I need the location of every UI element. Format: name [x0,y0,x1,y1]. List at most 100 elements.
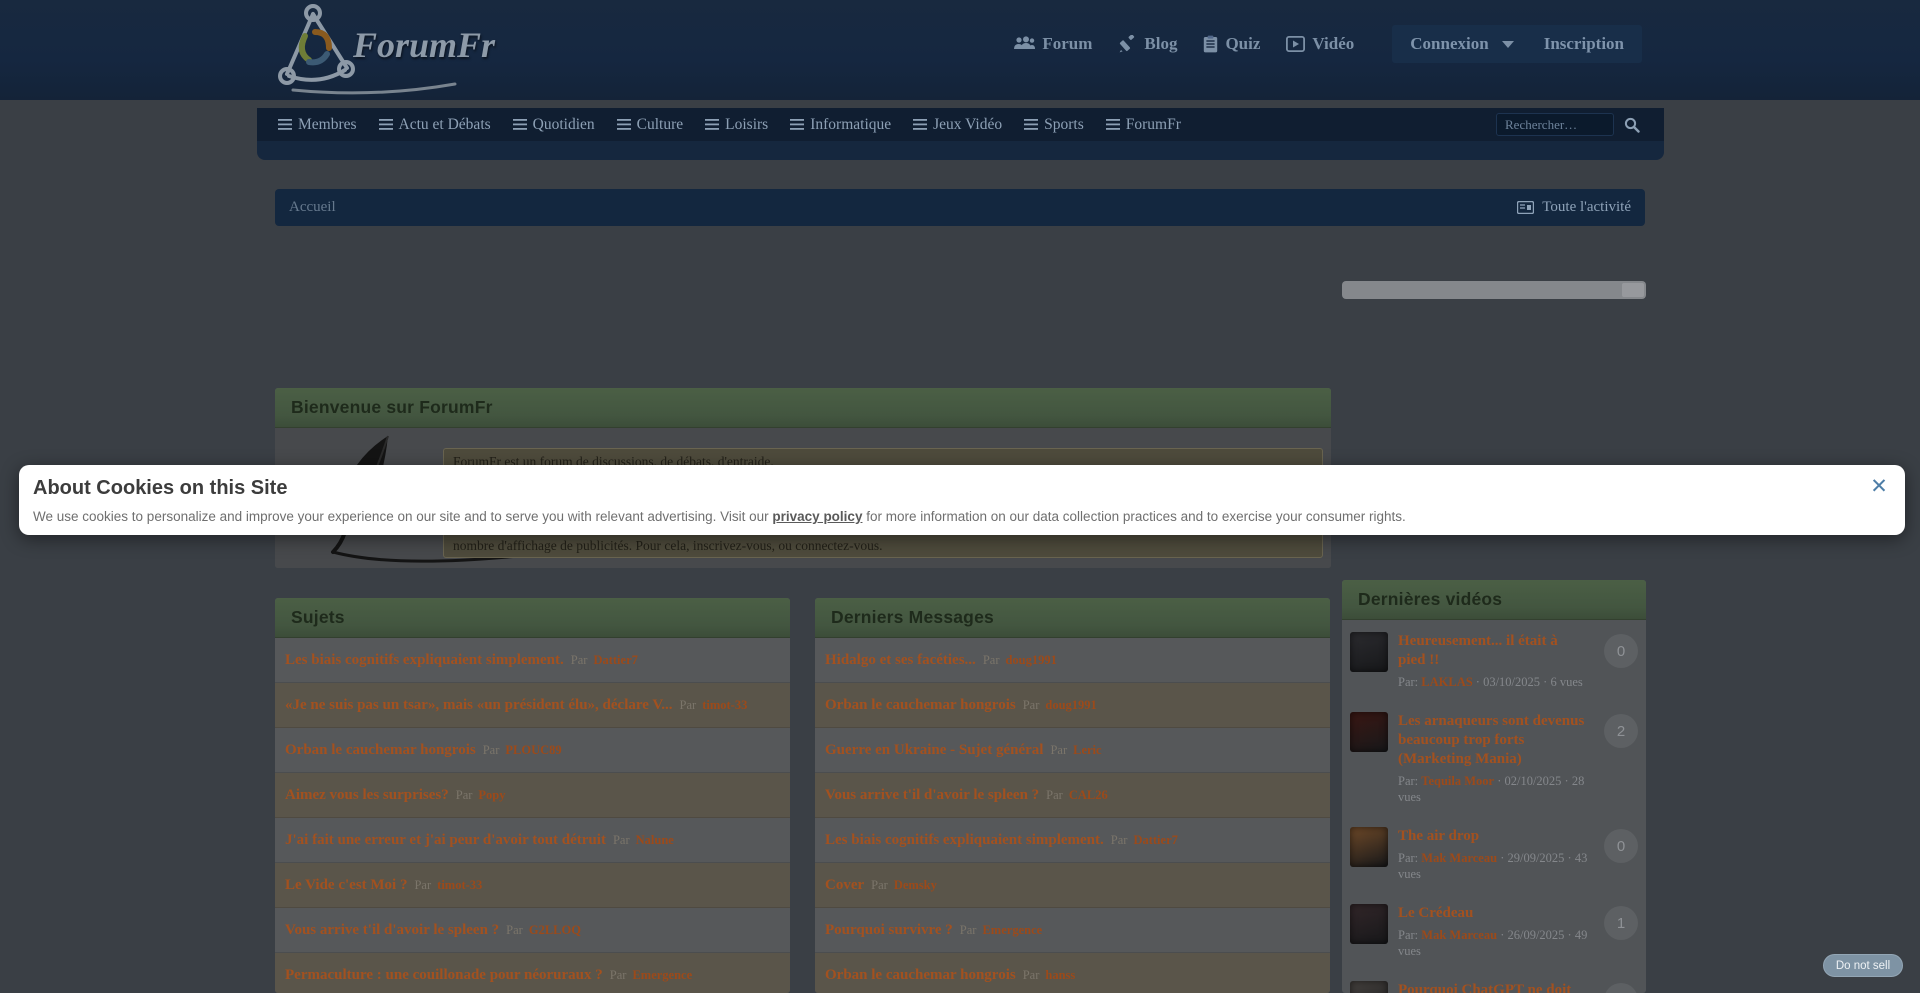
topic-row: Orban le cauchemar hongroisParhanss [815,953,1330,993]
topic-title-link[interactable]: J'ai fait une erreur et j'ai peur d'avoi… [285,832,606,849]
video-author-link[interactable]: LAKLAS [1421,675,1472,689]
video-title-link[interactable]: Heureusement... il était à pied !! [1398,632,1588,670]
menubar-item-informatique[interactable]: Informatique [779,108,902,141]
menubar-item-quotidien[interactable]: Quotidien [502,108,606,141]
video-title-link[interactable]: Les arnaqueurs sont devenus beaucoup tro… [1398,712,1588,769]
topic-author-link[interactable]: timot-33 [702,698,747,713]
topic-author-link[interactable]: G2LLOQ [529,923,581,938]
topic-author-link[interactable]: Dattier7 [1133,833,1177,848]
topic-author-link[interactable]: Popy [478,788,505,803]
topic-row: CoverParDemsky [815,863,1330,908]
topic-title-link[interactable]: Orban le cauchemar hongrois [285,742,476,759]
topic-title-link[interactable]: Orban le cauchemar hongrois [825,967,1016,984]
topic-by-label: Par [414,878,431,893]
menubar-item-culture[interactable]: Culture [606,108,695,141]
top-nav-label: Quiz [1225,34,1260,54]
video-title-link[interactable]: Le Crédeau [1398,904,1588,923]
topic-author-link[interactable]: timot-33 [437,878,482,893]
video-title-link[interactable]: Pourquoi ChatGPT ne doit pas être votre … [1398,981,1588,993]
welcome-bottom-text: nombre d'affichage de publicités. Pour c… [453,538,883,554]
forumfr-logo[interactable]: ForumFr [275,2,495,96]
video-thumbnail[interactable] [1350,827,1388,867]
topic-title-link[interactable]: «Je ne suis pas un tsar», mais «un prési… [285,697,673,714]
top-nav-blog[interactable]: Blog [1118,34,1177,54]
topic-title-link[interactable]: Guerre en Ukraine - Sujet général [825,742,1043,759]
menubar-item-label: Actu et Débats [399,116,491,134]
topic-author-link[interactable]: Dattier7 [593,653,637,668]
video-comment-count-badge: 0 [1604,829,1638,863]
menubar-item-label: Jeux Vidéo [933,116,1002,134]
topics-rows: Les biais cognitifs expliquaient simplem… [275,638,790,993]
topics-panel-header: Sujets [275,598,790,638]
sidebar-placeholder-bar[interactable] [1342,281,1646,299]
topic-author-link[interactable]: hanss [1045,968,1075,983]
topic-title-link[interactable]: Le Vide c'est Moi ? [285,877,407,894]
welcome-panel-header: Bienvenue sur ForumFr [275,388,1331,428]
topic-title-link[interactable]: Vous arrive t'il d'avoir le spleen ? [825,787,1039,804]
video-author-link[interactable]: Mak Marceau [1421,851,1497,865]
search-icon[interactable] [1624,117,1640,133]
topic-author-link[interactable]: doug1991 [1045,698,1096,713]
top-nav-quiz[interactable]: Quiz [1203,34,1260,54]
video-thumbnail[interactable] [1350,632,1388,672]
video-title-link[interactable]: The air drop [1398,827,1588,846]
activity-stream-icon [1517,201,1534,214]
topic-author-link[interactable]: Leric [1073,743,1101,758]
video-author-link[interactable]: Mak Marceau [1421,928,1497,942]
topic-by-label: Par [983,653,1000,668]
topic-title-link[interactable]: Les biais cognitifs expliquaient simplem… [825,832,1104,849]
video-thumbnail[interactable] [1350,904,1388,944]
breadcrumb-home-link[interactable]: Accueil [289,199,336,216]
video-thumbnail[interactable] [1350,712,1388,752]
video-item: Le CrédeauPar: Mak Marceau · 26/09/2025 … [1342,892,1646,969]
topic-author-link[interactable]: Nalune [636,833,674,848]
video-item: Pourquoi ChatGPT ne doit pas être votre … [1342,969,1646,993]
topic-title-link[interactable]: Aimez vous les surprises? [285,787,449,804]
messages-rows: Hidalgo et ses facéties... Par doug1991 Orb… [815,638,1330,993]
menubar-item-forumfr[interactable]: ForumFr [1095,108,1192,141]
topic-author-link[interactable]: Emergence [632,968,692,983]
auth-box: Connexion Inscription [1392,25,1642,63]
video-icon [1286,36,1305,52]
top-nav-video[interactable]: Vidéo [1286,34,1354,54]
video-item: Les arnaqueurs sont devenus beaucoup tro… [1342,700,1646,815]
video-meta: Par: Mak Marceau · 29/09/2025 · 43 vues [1398,850,1588,882]
search-input[interactable] [1496,113,1614,136]
topic-author-link[interactable]: Emergence [982,923,1042,938]
video-thumbnail[interactable] [1350,981,1388,993]
do-not-sell-button[interactable]: Do not sell [1823,954,1903,977]
topic-title-link[interactable]: Orban le cauchemar hongrois [825,697,1016,714]
menubar-item-label: Informatique [810,116,891,134]
welcome-title: Bienvenue sur ForumFr [291,397,493,418]
topic-row: Vous arrive t'il d'avoir le spleen ?ParG… [275,908,790,953]
menubar-item-sports[interactable]: Sports [1013,108,1095,141]
cookie-banner-body: We use cookies to personalize and improv… [33,509,1865,524]
topic-author-link[interactable]: Demsky [894,878,937,893]
topic-row: J'ai fait une erreur et j'ai peur d'avoi… [275,818,790,863]
topic-title-link[interactable]: Permaculture : une couillonade pour néor… [285,967,603,984]
topic-title-link[interactable]: Hidalgo et ses facéties... [825,652,976,669]
menubar-item-membres[interactable]: Membres [267,108,368,141]
topic-title-link[interactable]: Les biais cognitifs expliquaient simplem… [285,652,564,669]
messages-panel: Derniers Messages Hidalgo et ses facétie… [815,598,1330,993]
placeholder-toggle[interactable] [1622,283,1644,297]
top-nav-forum[interactable]: Forum [1013,34,1092,54]
menubar-item-jeuxvideo[interactable]: Jeux Vidéo [902,108,1013,141]
all-activity-link[interactable]: Toute l'activité [1517,199,1631,216]
topic-author-link[interactable]: PLOUC89 [505,743,561,758]
topic-title-link[interactable]: Cover [825,877,864,894]
hamburger-icon [913,119,927,130]
privacy-policy-link[interactable]: privacy policy [772,509,862,524]
video-author-link[interactable]: Tequila Moor [1421,774,1494,788]
menubar-item-loisirs[interactable]: Loisirs [694,108,779,141]
topic-title-link[interactable]: Vous arrive t'il d'avoir le spleen ? [285,922,499,939]
top-nav-inscription[interactable]: Inscription [1544,34,1624,54]
top-nav-connexion[interactable]: Connexion [1410,34,1513,54]
topic-author-link[interactable]: CAL26 [1069,788,1108,803]
cookie-close-icon[interactable]: ✕ [1867,475,1891,499]
menubar-item-actuetdebats[interactable]: Actu et Débats [368,108,502,141]
video-comment-count-badge: 2 [1604,983,1638,993]
topic-title-link[interactable]: Pourquoi survivre ? [825,922,953,939]
topic-by-label: Par [483,743,500,758]
topic-author-link[interactable]: doug1991 [1005,653,1056,668]
